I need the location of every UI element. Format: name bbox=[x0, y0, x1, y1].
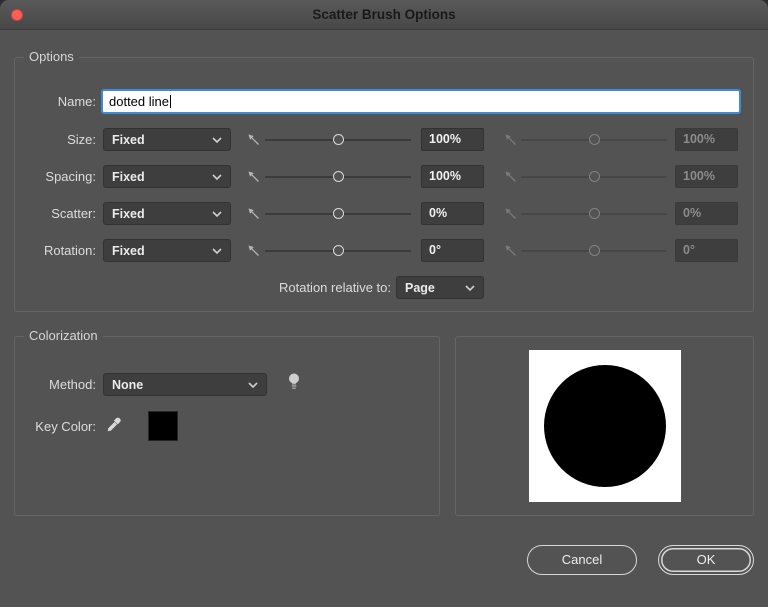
method-label: Method: bbox=[49, 377, 96, 392]
name-input-text: dotted line bbox=[109, 94, 169, 109]
scatter-row: Scatter: Fixed 0% 0% bbox=[15, 202, 753, 225]
spacing-label: Spacing: bbox=[45, 169, 96, 184]
scatter-variation-slider bbox=[521, 207, 667, 220]
slider-thumb[interactable] bbox=[332, 208, 344, 219]
diagonal-slider-icon bbox=[248, 134, 259, 145]
colorization-group: Colorization Method: None Key Color: bbox=[14, 328, 440, 516]
scatter-value-input[interactable]: 0% bbox=[421, 202, 484, 225]
scatter-variation-input: 0% bbox=[675, 202, 738, 225]
diagonal-slider-icon bbox=[505, 134, 516, 145]
rotation-variation-input: 0° bbox=[675, 239, 738, 262]
chevron-down-icon bbox=[465, 284, 475, 291]
slider-thumb[interactable] bbox=[332, 134, 344, 145]
spacing-variation-input: 100% bbox=[675, 165, 738, 188]
size-mode-dropdown[interactable]: Fixed bbox=[103, 128, 231, 151]
slider-thumb bbox=[588, 208, 600, 219]
diagonal-slider-icon bbox=[248, 171, 259, 182]
ok-button[interactable]: OK bbox=[658, 545, 754, 575]
options-group-legend: Options bbox=[24, 49, 79, 64]
rotation-row: Rotation: Fixed 0° 0° bbox=[15, 239, 753, 262]
name-label: Name: bbox=[57, 94, 96, 109]
method-value: None bbox=[112, 377, 144, 392]
method-dropdown[interactable]: None bbox=[103, 373, 267, 396]
slider-thumb bbox=[588, 134, 600, 145]
rotation-mode-value: Fixed bbox=[112, 243, 145, 258]
scatter-mode-dropdown[interactable]: Fixed bbox=[103, 202, 231, 225]
rotation-relative-dropdown[interactable]: Page bbox=[396, 276, 484, 299]
brush-preview-panel bbox=[455, 336, 754, 516]
slider-thumb bbox=[588, 245, 600, 256]
spacing-row: Spacing: Fixed 100% 100% bbox=[15, 165, 753, 188]
rotation-variation-slider bbox=[521, 244, 667, 257]
spacing-mode-value: Fixed bbox=[112, 169, 145, 184]
chevron-down-icon bbox=[212, 247, 222, 254]
rotation-relative-value: Page bbox=[405, 280, 435, 295]
eyedropper-icon[interactable] bbox=[105, 416, 123, 434]
diagonal-slider-icon bbox=[248, 208, 259, 219]
chevron-down-icon bbox=[248, 381, 258, 388]
scatter-brush-options-dialog: Scatter Brush Options Options Name: dott… bbox=[0, 0, 768, 607]
options-group: Options Name: dotted line Size: Fixed 10… bbox=[14, 49, 754, 312]
brush-preview-canvas bbox=[529, 350, 681, 502]
scatter-mode-value: Fixed bbox=[112, 206, 145, 221]
rotation-slider[interactable] bbox=[265, 244, 411, 257]
slider-thumb[interactable] bbox=[332, 171, 344, 182]
size-label: Size: bbox=[67, 132, 96, 147]
size-slider[interactable] bbox=[265, 133, 411, 146]
spacing-variation-slider bbox=[521, 170, 667, 183]
scatter-label: Scatter: bbox=[51, 206, 96, 221]
slider-thumb bbox=[588, 171, 600, 182]
diagonal-slider-icon bbox=[505, 171, 516, 182]
name-input[interactable]: dotted line bbox=[101, 89, 741, 114]
scatter-slider[interactable] bbox=[265, 207, 411, 220]
spacing-slider[interactable] bbox=[265, 170, 411, 183]
rotation-relative-label: Rotation relative to: bbox=[278, 280, 391, 295]
size-variation-input: 100% bbox=[675, 128, 738, 151]
diagonal-slider-icon bbox=[248, 245, 259, 256]
title-bar: Scatter Brush Options bbox=[0, 0, 768, 30]
size-row: Size: Fixed 100% 100% bbox=[15, 128, 753, 151]
spacing-value-input[interactable]: 100% bbox=[421, 165, 484, 188]
chevron-down-icon bbox=[212, 136, 222, 143]
key-color-swatch[interactable] bbox=[148, 411, 178, 441]
colorization-group-legend: Colorization bbox=[24, 328, 103, 343]
text-caret bbox=[170, 95, 171, 108]
rotation-mode-dropdown[interactable]: Fixed bbox=[103, 239, 231, 262]
name-row: Name: dotted line bbox=[15, 89, 753, 114]
chevron-down-icon bbox=[212, 210, 222, 217]
size-mode-value: Fixed bbox=[112, 132, 145, 147]
brush-preview-dot bbox=[544, 365, 666, 487]
slider-thumb[interactable] bbox=[332, 245, 344, 256]
lightbulb-icon[interactable] bbox=[287, 372, 301, 392]
chevron-down-icon bbox=[212, 173, 222, 180]
spacing-mode-dropdown[interactable]: Fixed bbox=[103, 165, 231, 188]
rotation-label: Rotation: bbox=[43, 243, 96, 258]
cancel-button[interactable]: Cancel bbox=[527, 545, 637, 575]
diagonal-slider-icon bbox=[505, 245, 516, 256]
size-variation-slider bbox=[521, 133, 667, 146]
rotation-relative-row: Rotation relative to: Page bbox=[15, 276, 753, 299]
size-value-input[interactable]: 100% bbox=[421, 128, 484, 151]
key-color-label: Key Color: bbox=[35, 419, 96, 434]
rotation-value-input[interactable]: 0° bbox=[421, 239, 484, 262]
dialog-title: Scatter Brush Options bbox=[312, 7, 456, 22]
diagonal-slider-icon bbox=[505, 208, 516, 219]
